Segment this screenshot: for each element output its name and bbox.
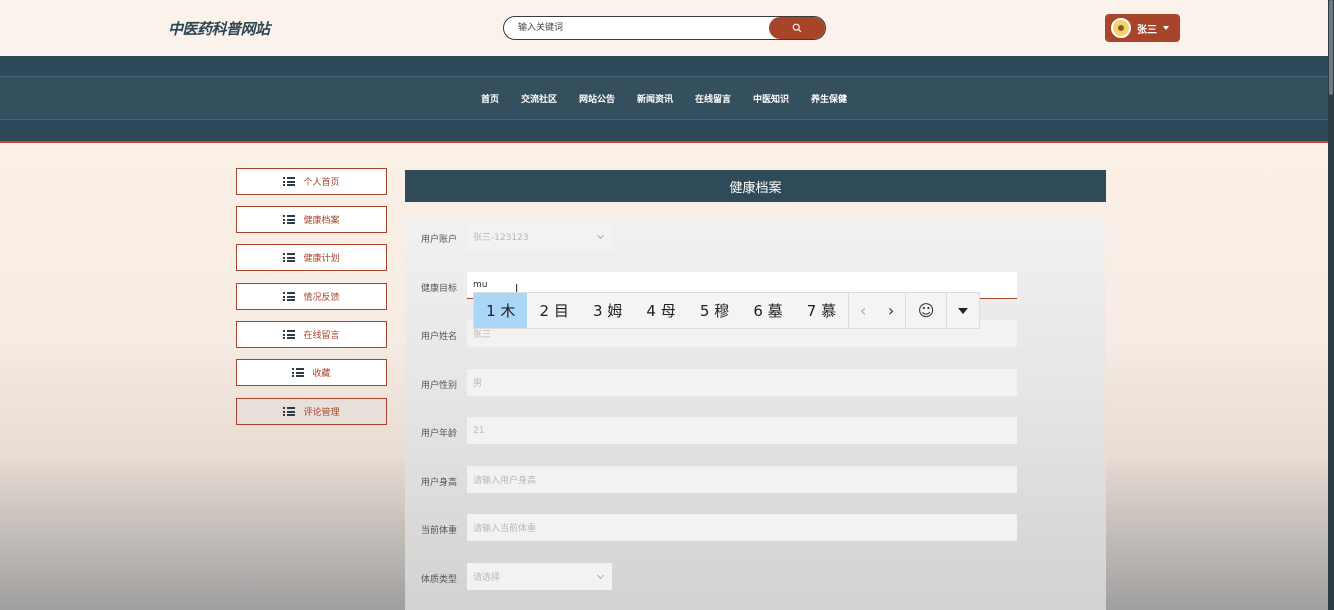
chevron-down-icon [596,231,605,240]
list-icon [283,292,296,301]
nav-links: 首页 交流社区 网站公告 新闻资讯 在线留言 中医知识 养生保健 [0,77,1328,119]
sidebar-item-label: 收藏 [312,369,331,379]
nav-announcements[interactable]: 网站公告 [568,92,626,105]
goal-label: 健康目标 [421,284,458,294]
ime-candidate-bar: 1 木 2 目 3 姆 4 母 5 穆 6 墓 7 慕 ‹ › ☺ [473,292,980,329]
list-icon [283,177,296,186]
emoji-icon[interactable]: ☺ [906,293,946,328]
ime-candidate[interactable]: 1 木 [474,293,528,328]
sidebar-item-profile[interactable]: 个人首页 [236,168,387,195]
nav-health-care[interactable]: 养生保健 [800,92,858,105]
ime-candidate[interactable]: 5 穆 [688,293,741,328]
gender-value: 男 [473,379,483,389]
list-icon [283,407,296,416]
gender-label: 用户性别 [421,381,458,391]
height-input[interactable]: 请输入用户身高 [467,466,1017,493]
age-value: 21 [473,425,485,436]
nav-band: 首页 交流社区 网站公告 新闻资讯 在线留言 中医知识 养生保健 [0,56,1328,142]
sidebar-item-health-record[interactable]: 健康档案 [236,206,387,233]
nav-messages[interactable]: 在线留言 [684,92,742,105]
sidebar-item-label: 在线留言 [303,331,340,341]
list-icon [283,330,296,339]
ime-candidate[interactable]: 4 母 [634,293,687,328]
top-header: 中医药科普网站 张三 [0,0,1334,56]
age-input[interactable]: 21 [467,417,1017,444]
site-logo[interactable]: 中医药科普网站 [168,18,270,39]
panel-title: 健康档案 [405,170,1106,202]
name-label: 用户姓名 [421,332,458,342]
sidebar-item-health-plan[interactable]: 健康计划 [236,244,387,271]
sidebar-item-feedback[interactable]: 情况反馈 [236,283,387,310]
nav-news[interactable]: 新闻资讯 [626,92,684,105]
chevron-right-icon[interactable]: › [877,293,905,328]
search-button[interactable] [769,17,825,39]
weight-input[interactable]: 请输入当前体重 [467,514,1017,541]
expand-icon[interactable] [947,293,979,328]
scrollbar-thumb[interactable] [1329,0,1333,95]
search-bar [503,16,826,40]
sidebar-item-label: 评论管理 [303,408,340,418]
gender-input[interactable]: 男 [467,369,1017,396]
weight-label: 当前体重 [421,526,458,536]
user-menu-button[interactable]: 张三 [1105,14,1180,42]
chevron-down-icon [596,571,605,580]
search-input[interactable] [504,17,770,39]
user-name: 张三 [1137,24,1157,36]
divider [0,141,1328,143]
ime-candidate[interactable]: 2 目 [527,293,580,328]
sidebar-item-comments[interactable]: 评论管理 [236,398,387,425]
constitution-select[interactable]: 请选择 [467,563,612,590]
sidebar-item-messages[interactable]: 在线留言 [236,321,387,348]
constitution-placeholder: 请选择 [473,573,501,583]
account-select[interactable]: 张三-123123 [467,223,612,250]
weight-placeholder: 请输入当前体重 [473,524,537,534]
chevron-left-icon[interactable]: ‹ [849,293,877,328]
account-label: 用户账户 [421,235,458,245]
account-value: 张三-123123 [473,233,529,243]
list-icon [283,215,296,224]
height-placeholder: 请输入用户身高 [473,476,537,486]
sidebar-item-label: 健康计划 [303,254,340,264]
ime-candidate[interactable]: 6 墓 [741,293,794,328]
sidebar-item-favorites[interactable]: 收藏 [236,359,387,386]
constitution-label: 体质类型 [421,575,458,585]
sidebar-item-label: 健康档案 [303,216,340,226]
avatar [1111,18,1131,38]
search-icon [792,23,802,33]
age-label: 用户年龄 [421,429,458,439]
sidebar-item-label: 个人首页 [303,178,340,188]
nav-home[interactable]: 首页 [470,92,510,105]
height-label: 用户身高 [421,478,458,488]
list-icon [292,368,305,377]
goal-value: mu [473,280,488,290]
nav-tcm-knowledge[interactable]: 中医知识 [742,92,800,105]
caret-down-icon [1163,26,1169,30]
main-nav: 首页 交流社区 网站公告 新闻资讯 在线留言 中医知识 养生保健 [0,76,1328,120]
sidebar-item-label: 情况反馈 [303,293,340,303]
nav-community[interactable]: 交流社区 [510,92,568,105]
ime-candidate[interactable]: 3 姆 [581,293,634,328]
list-icon [283,253,296,262]
ime-candidate[interactable]: 7 慕 [795,293,848,328]
